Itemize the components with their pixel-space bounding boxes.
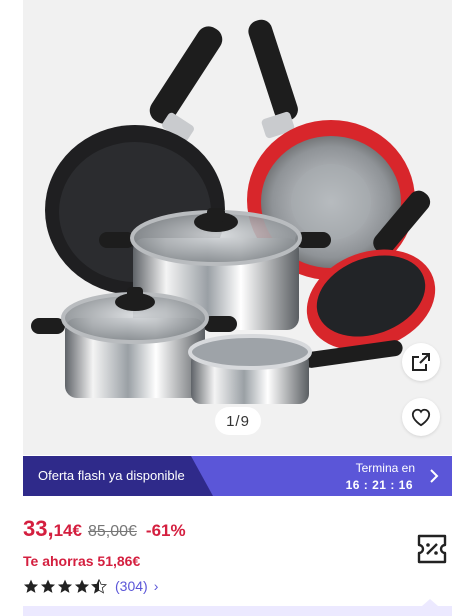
coupon-icon (417, 534, 447, 564)
savings-text: Te ahorras 51,86€ (23, 553, 141, 569)
rating-row[interactable]: (304) › (23, 578, 158, 594)
ends-in-label: Termina en (355, 461, 415, 475)
heart-icon (411, 408, 431, 427)
flash-sale-label: Oferta flash ya disponible (38, 468, 185, 483)
price-row: 33,14€ 85,00€ -61% (23, 516, 186, 542)
current-price-decimal: 14€ (53, 521, 82, 540)
flash-sale-banner[interactable]: Oferta flash ya disponible Termina en 16… (23, 456, 452, 496)
star-icon (74, 579, 90, 593)
star-rating (23, 578, 107, 594)
share-icon (412, 353, 430, 371)
review-count[interactable]: (304) (115, 578, 148, 594)
review-chevron[interactable]: › (154, 578, 159, 594)
product-image (31, 19, 436, 404)
discount-badge: -61% (145, 521, 186, 540)
bottom-promo-strip (23, 606, 452, 616)
star-icon (23, 579, 39, 593)
original-price: 85,00€ (87, 523, 137, 540)
countdown-timer: 16 : 21 : 16 (345, 478, 413, 492)
current-price-integer: 33, (23, 516, 54, 541)
product-gallery[interactable]: 1/9 (23, 0, 452, 455)
star-icon (57, 579, 73, 593)
chevron-right-icon (430, 469, 439, 483)
image-counter: 1/9 (215, 407, 261, 435)
favorite-button[interactable] (402, 398, 440, 436)
coupon-button[interactable] (414, 532, 450, 566)
half-star-icon (91, 578, 107, 594)
star-icon (40, 579, 56, 593)
share-button[interactable] (402, 343, 440, 381)
current-price: 33,14€ (23, 516, 82, 542)
tooltip-notch (422, 599, 438, 606)
